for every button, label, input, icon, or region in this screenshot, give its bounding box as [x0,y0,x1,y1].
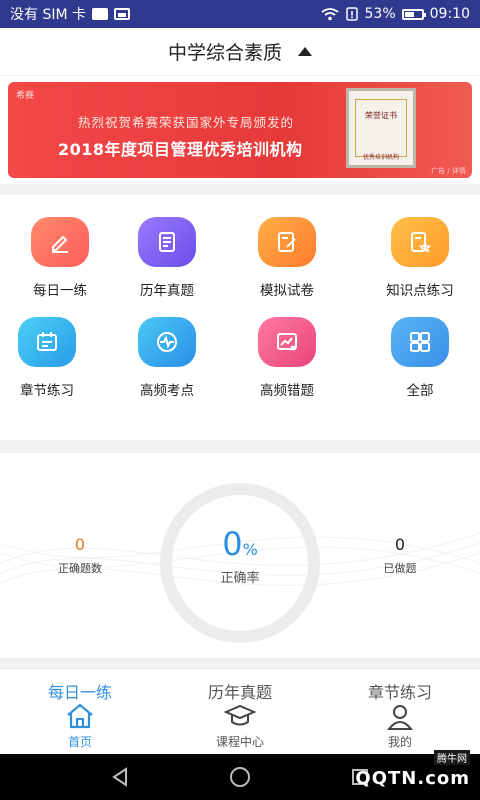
done-count-label: 已做题 [383,562,417,575]
accuracy-value: 0% [160,525,320,563]
banner-tag: 广告 / 详情 [431,167,466,175]
caret-up-icon[interactable] [298,47,312,56]
status-bar: 没有 SIM 卡 53% 09:10 [0,0,480,28]
done-count-value: 0 [394,535,406,554]
star-doc-icon[interactable] [391,217,449,267]
grid-label: 知识点练习 [386,283,454,299]
calendar-icon[interactable] [18,317,76,367]
battery-percent: 53% [364,6,396,22]
banner-headline: 热烈祝贺希赛荣获国家外专局颁发的 [78,115,295,130]
certificate-image: 荣誉证书 优秀培训机构 [346,88,416,168]
accuracy-ring [160,483,320,643]
image-icon [114,8,130,20]
page-title[interactable]: 中学综合素质 [168,38,282,65]
certificate-text: 优秀培训机构 [362,154,399,161]
user-icon[interactable] [386,703,414,731]
tab-home-label[interactable]: 首页 [0,733,160,750]
exam-icon[interactable] [258,217,316,267]
back-triangle-icon[interactable] [109,766,131,788]
pulse-icon[interactable] [138,317,196,367]
banner-subheadline: 2018年度项目管理优秀培训机构 [58,140,303,159]
pencil-icon[interactable] [31,217,89,267]
correct-count-stat: 0 正确题数 [20,535,140,576]
grid-label: 历年真题 [140,283,194,299]
clock: 09:10 [429,6,470,22]
accuracy-number: 0 [222,525,243,563]
document-icon[interactable] [138,217,196,267]
grid-item-mock-exam[interactable]: 模拟试卷 [227,217,347,299]
tab-mine[interactable] [320,703,480,731]
header[interactable]: 中学综合素质 [0,28,480,76]
battery-icon [401,8,426,20]
grid-label: 每日一练 [33,283,87,299]
grid-item-hot-errors[interactable]: 高频错题 [227,317,347,399]
done-count-stat: 0 已做题 [340,535,460,576]
home-icon[interactable] [65,703,95,729]
wifi-icon [320,8,339,21]
grid-label: 全部 [406,383,434,399]
banner-section: 希赛 热烈祝贺希赛荣获国家外专局颁发的 2018年度项目管理优秀培训机构 荣誉证… [0,76,480,184]
back-button[interactable] [90,754,150,800]
correct-count-label: 正确题数 [58,562,102,575]
promo-banner[interactable]: 希赛 热烈祝贺希赛荣获国家外专局颁发的 2018年度项目管理优秀培训机构 荣誉证… [8,82,472,178]
grid-item-knowledge-practice[interactable]: 知识点练习 [360,217,480,299]
grid-item-hot-points[interactable]: 高频考点 [107,317,227,399]
chart-error-icon[interactable] [258,317,316,367]
feature-grid: 每日一练 历年真题 模拟试卷 知识点练习 章节练习 高频考点 高频错题 全部 [0,195,480,440]
grid-item-daily-practice[interactable]: 每日一练 [0,217,120,299]
watermark-text: QQTN.com [355,768,470,789]
grid-label: 高频考点 [140,383,194,399]
accuracy-unit: % [242,540,258,559]
grid-label: 模拟试卷 [260,283,314,299]
grid-item-past-papers[interactable]: 历年真题 [107,217,227,299]
tab-courses[interactable] [160,703,320,729]
sim-alert-icon [345,7,358,21]
tab-courses-label[interactable]: 课程中心 [160,733,320,750]
tab-home[interactable] [0,703,160,729]
accuracy-label: 正确率 [220,571,260,586]
quick-link-past-papers[interactable]: 历年真题 [160,679,320,703]
notification-icon [92,8,108,20]
banner-logo: 希赛 [16,91,35,101]
bottom-tab-bar: 每日一练 历年真题 章节练习 首页 课程中心 我的 [0,668,480,754]
quick-link-daily-practice[interactable]: 每日一练 [0,679,160,703]
certificate-title: 荣誉证书 [365,111,397,120]
grid-label: 高频错题 [260,383,314,399]
home-circle-icon[interactable] [228,765,252,789]
watermark-small-text: 腾牛网 [434,750,470,765]
grid-icon[interactable] [391,317,449,367]
grid-item-all[interactable]: 全部 [360,317,480,399]
correct-count-value: 0 [74,535,86,554]
grid-label: 章节练习 [20,383,74,399]
home-nav-button[interactable] [210,754,270,800]
quick-link-chapter-practice[interactable]: 章节练习 [320,679,480,703]
system-nav-bar: 腾牛网 QQTN.com [0,750,480,800]
tab-mine-label[interactable]: 我的 [320,733,480,750]
carrier-text: 没有 SIM 卡 [10,7,86,23]
stats-section: 0 正确题数 0% 正确率 0 已做题 [0,453,480,658]
grid-item-chapter-practice[interactable]: 章节练习 [0,317,107,399]
graduation-cap-icon[interactable] [224,703,256,729]
